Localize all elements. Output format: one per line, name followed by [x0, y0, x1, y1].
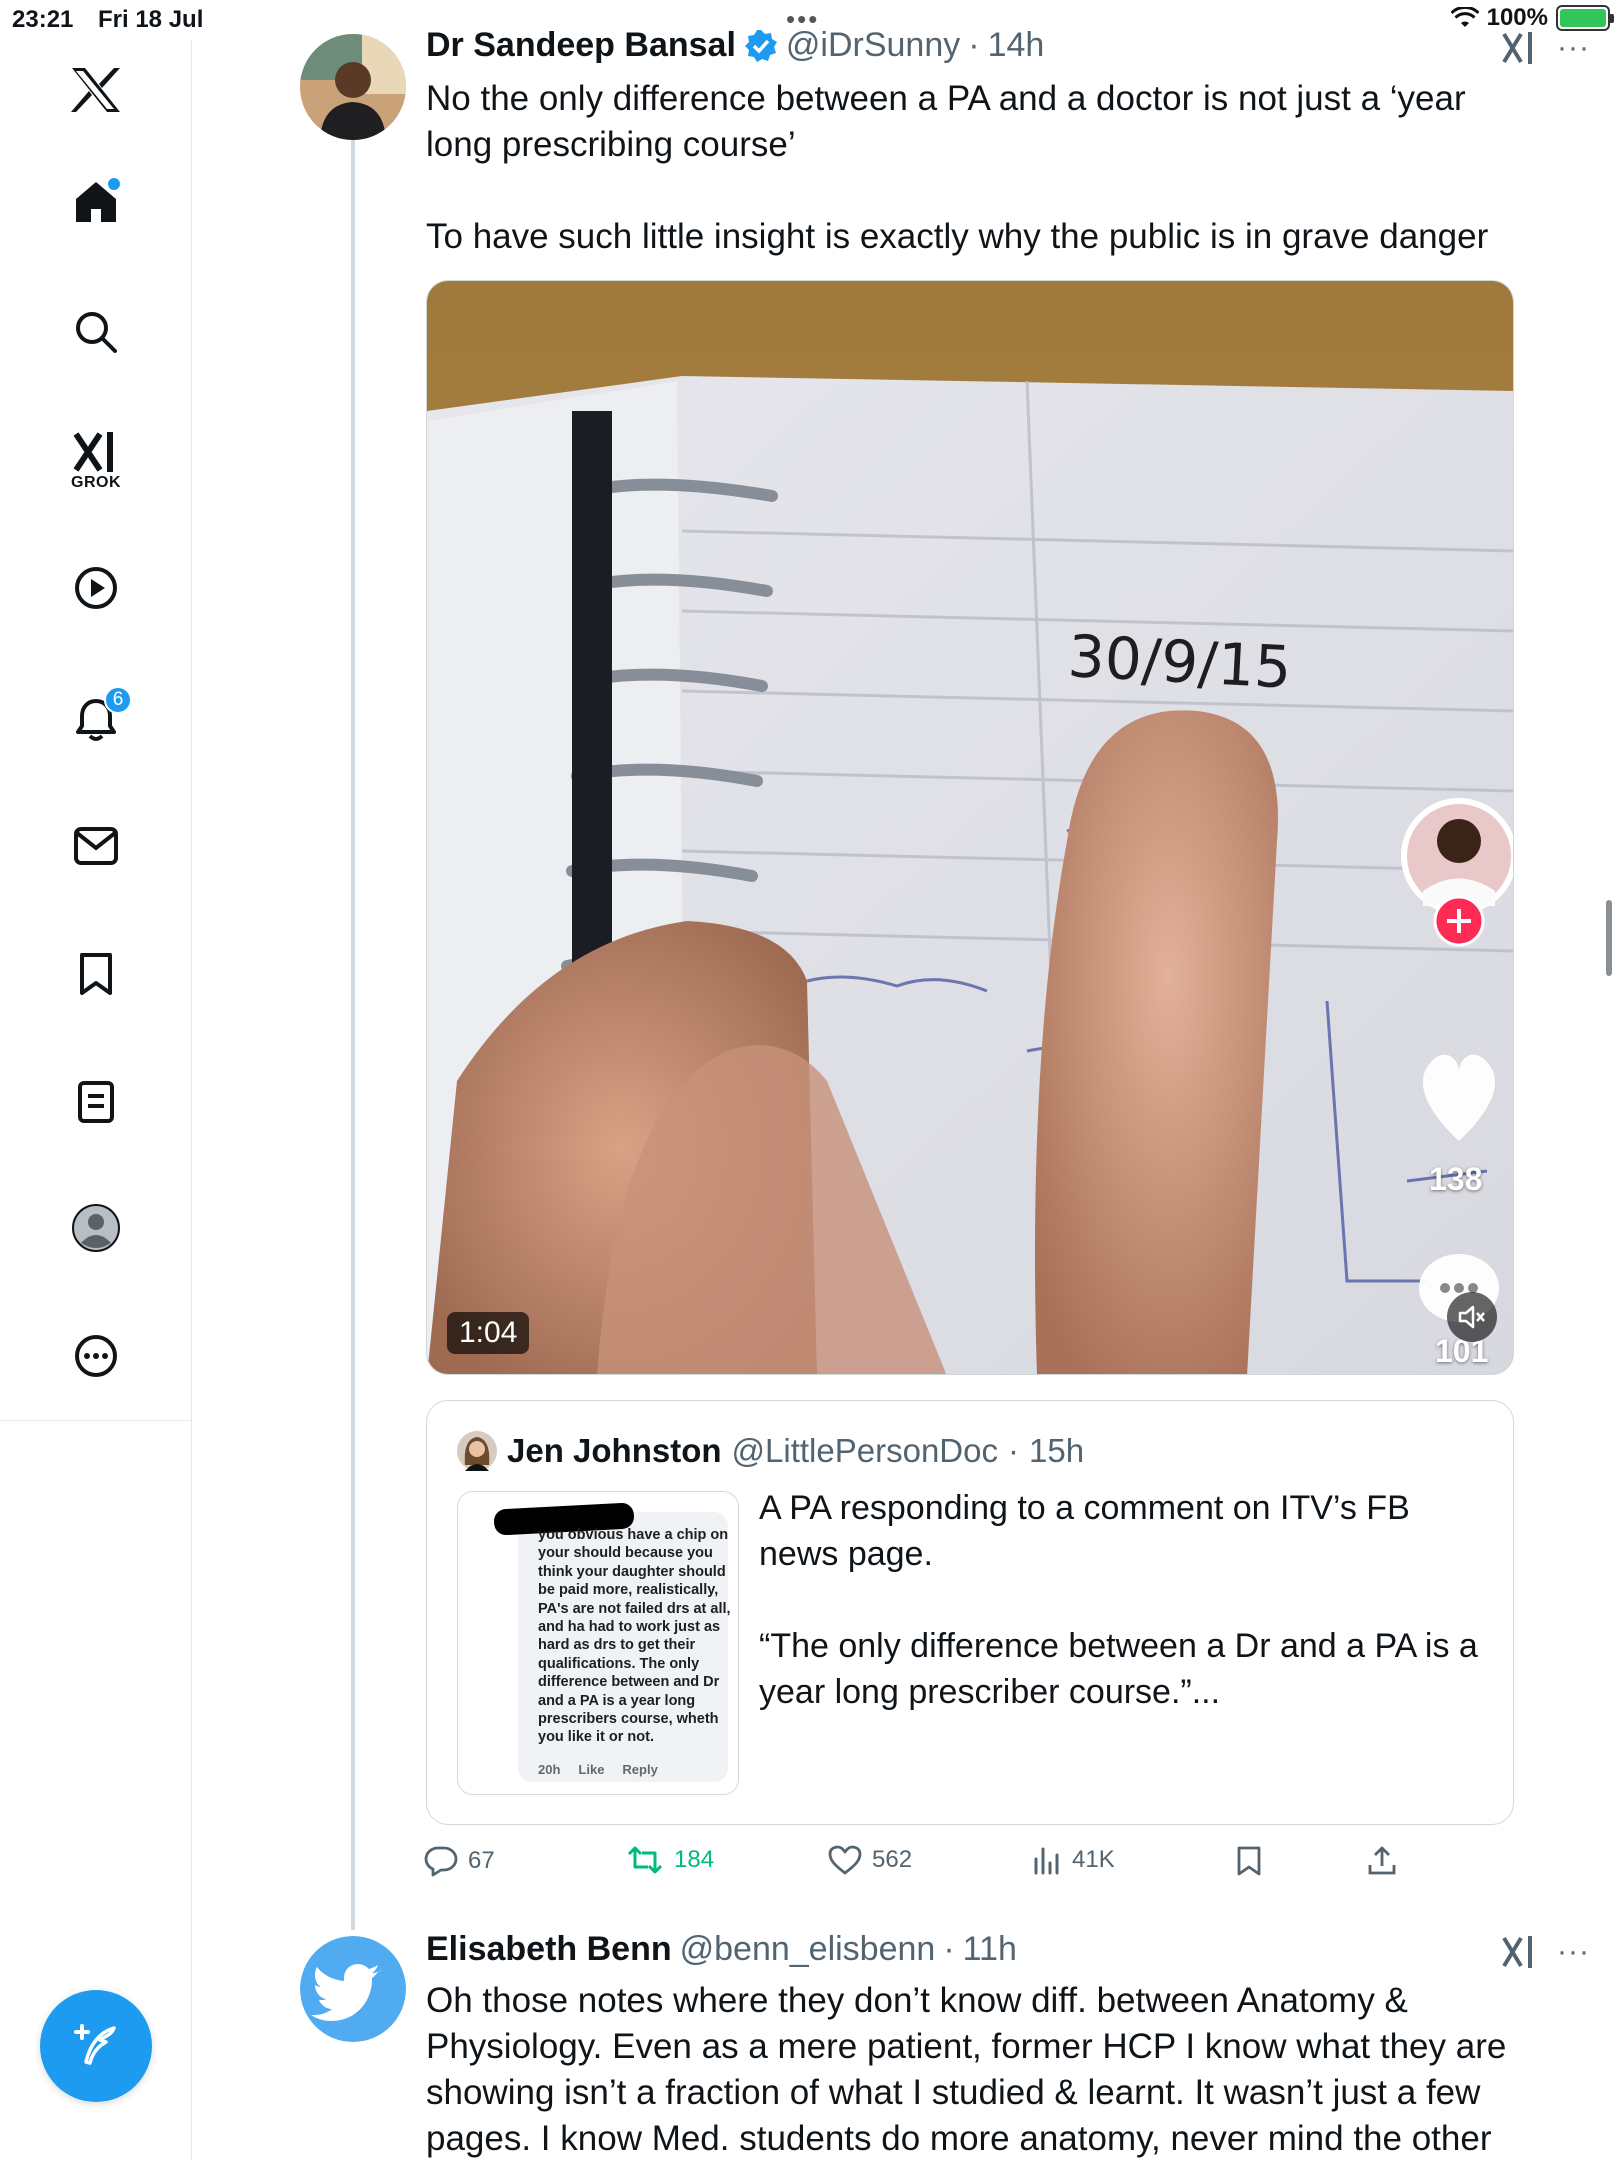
grok-explain-icon[interactable]: [1501, 30, 1537, 66]
share-icon: [1368, 1846, 1396, 1875]
messages-icon[interactable]: [60, 810, 132, 882]
sidebar-divider: [0, 1420, 192, 1421]
grok-icon[interactable]: GROK: [60, 426, 132, 498]
tiktok-like-count: 138: [1429, 1161, 1483, 1197]
video-overlay-date: 30/9/15: [1066, 622, 1293, 702]
status-right: 100%: [1450, 4, 1614, 32]
quoted-text-paragraph-1: A PA responding to a comment on ITV’s FB…: [759, 1489, 1410, 1573]
status-time: 23:21: [12, 6, 74, 33]
tweet-text: No the only difference between a PA and …: [426, 76, 1526, 260]
views-button[interactable]: 41K: [1032, 1845, 1115, 1875]
bookmark-button[interactable]: [1236, 1845, 1262, 1877]
view-count: 41K: [1072, 1846, 1115, 1873]
quoted-display-name[interactable]: Jen Johnston: [507, 1432, 722, 1470]
tweet-actions: 67 184 562 41K: [420, 1845, 1520, 1885]
reply-more-options-icon[interactable]: ···: [1557, 1935, 1590, 1969]
compose-icon: [74, 2024, 116, 2065]
avatar-sandeep[interactable]: [300, 34, 406, 140]
video-mute-button[interactable]: [1447, 1292, 1497, 1342]
scroll-indicator[interactable]: [1606, 900, 1612, 976]
like-icon: [828, 1845, 862, 1875]
timestamp[interactable]: 14h: [988, 26, 1045, 65]
separator-dot: ·: [968, 26, 980, 64]
battery-percent: 100%: [1486, 4, 1548, 31]
quoted-tweet-text: A PA responding to a comment on ITV’s FB…: [759, 1485, 1489, 1715]
profile-icon[interactable]: [60, 1192, 132, 1264]
quoted-image-thumbnail[interactable]: you obvious have a chip on your should b…: [457, 1491, 739, 1795]
quoted-text-paragraph-2: “The only difference between a Dr and a …: [759, 1627, 1478, 1711]
compose-button[interactable]: [40, 1990, 152, 2102]
battery-icon: [1556, 5, 1614, 31]
retweet-count: 184: [674, 1846, 715, 1873]
mute-icon: [1458, 1305, 1485, 1329]
notification-badge: 6: [104, 686, 132, 714]
more-icon[interactable]: [60, 1320, 132, 1392]
quoted-handle[interactable]: @LittlePersonDoc: [732, 1432, 998, 1470]
thumbnail-comment-text: you obvious have a chip on your should b…: [538, 1527, 731, 1746]
tweet-text-paragraph-2: To have such little insight is exactly w…: [426, 217, 1489, 256]
reply-icon: [424, 1846, 458, 1877]
reply-timestamp[interactable]: 11h: [963, 1930, 1017, 1969]
tweet-header: Dr Sandeep Bansal @iDrSunny · 14h: [426, 26, 1044, 65]
notifications-icon[interactable]: 6: [60, 684, 132, 756]
search-icon[interactable]: [60, 296, 132, 368]
thumbnail-like: Like: [578, 1762, 605, 1777]
quoted-tweet[interactable]: Jen Johnston @LittlePersonDoc · 15h you …: [426, 1400, 1514, 1825]
like-button[interactable]: 562: [828, 1845, 912, 1875]
quoted-separator-dot: ·: [1007, 1432, 1019, 1469]
like-count: 562: [872, 1846, 913, 1873]
reply-handle[interactable]: @benn_elisbenn: [680, 1930, 936, 1969]
video-duration: 1:04: [447, 1312, 530, 1354]
share-button[interactable]: [1366, 1845, 1398, 1877]
more-options-icon[interactable]: ···: [1557, 31, 1590, 65]
reply-separator-dot: ·: [943, 1930, 955, 1968]
video-player[interactable]: 30/9/15 138 101 1:04: [426, 280, 1514, 1375]
quoted-avatar[interactable]: [457, 1431, 497, 1471]
handle[interactable]: @iDrSunny: [786, 26, 960, 65]
reply-count: 67: [468, 1847, 495, 1874]
bookmark-icon: [1237, 1846, 1261, 1876]
reply-button[interactable]: 67: [424, 1845, 495, 1877]
display-name[interactable]: Dr Sandeep Bansal: [426, 26, 736, 65]
avatar-elisabeth[interactable]: [300, 1936, 406, 2042]
verified-badge-icon: [744, 29, 777, 62]
sidebar: GROK 6: [0, 40, 192, 2160]
thread-line: [351, 140, 355, 1930]
retweet-icon: [627, 1846, 663, 1874]
reply-text: Oh those notes where they don’t know dif…: [426, 1981, 1507, 2158]
thumbnail-comment-meta: 20h Like Reply: [538, 1762, 658, 1777]
reply-header: Elisabeth Benn @benn_elisbenn · 11h: [426, 1930, 1017, 1969]
tweet-text-paragraph-1: No the only difference between a PA and …: [426, 79, 1466, 164]
reply-display-name[interactable]: Elisabeth Benn: [426, 1930, 672, 1969]
wifi-icon: [1450, 7, 1479, 27]
home-icon[interactable]: [60, 166, 132, 238]
x-logo-icon[interactable]: [60, 54, 132, 126]
reply-header-actions: ···: [1501, 1934, 1590, 1970]
quoted-tweet-header: Jen Johnston @LittlePersonDoc · 15h: [457, 1431, 1084, 1471]
retweet-button[interactable]: 184: [626, 1845, 714, 1875]
video-frame: 30/9/15: [427, 281, 1513, 1374]
video-icon[interactable]: [60, 552, 132, 624]
thumbnail-comment-age: 20h: [538, 1762, 561, 1777]
bookmarks-icon[interactable]: [60, 938, 132, 1010]
views-icon: [1034, 1847, 1059, 1875]
grok-label: GROK: [71, 474, 121, 491]
status-date: Fri 18 Jul: [98, 6, 204, 33]
lists-icon[interactable]: [60, 1066, 132, 1138]
reply-grok-explain-icon[interactable]: [1501, 1934, 1537, 1970]
tweet-header-actions: ···: [1501, 30, 1590, 66]
quoted-timestamp[interactable]: 15h: [1029, 1432, 1084, 1470]
home-unread-dot: [108, 178, 120, 190]
thumbnail-reply: Reply: [622, 1762, 658, 1777]
